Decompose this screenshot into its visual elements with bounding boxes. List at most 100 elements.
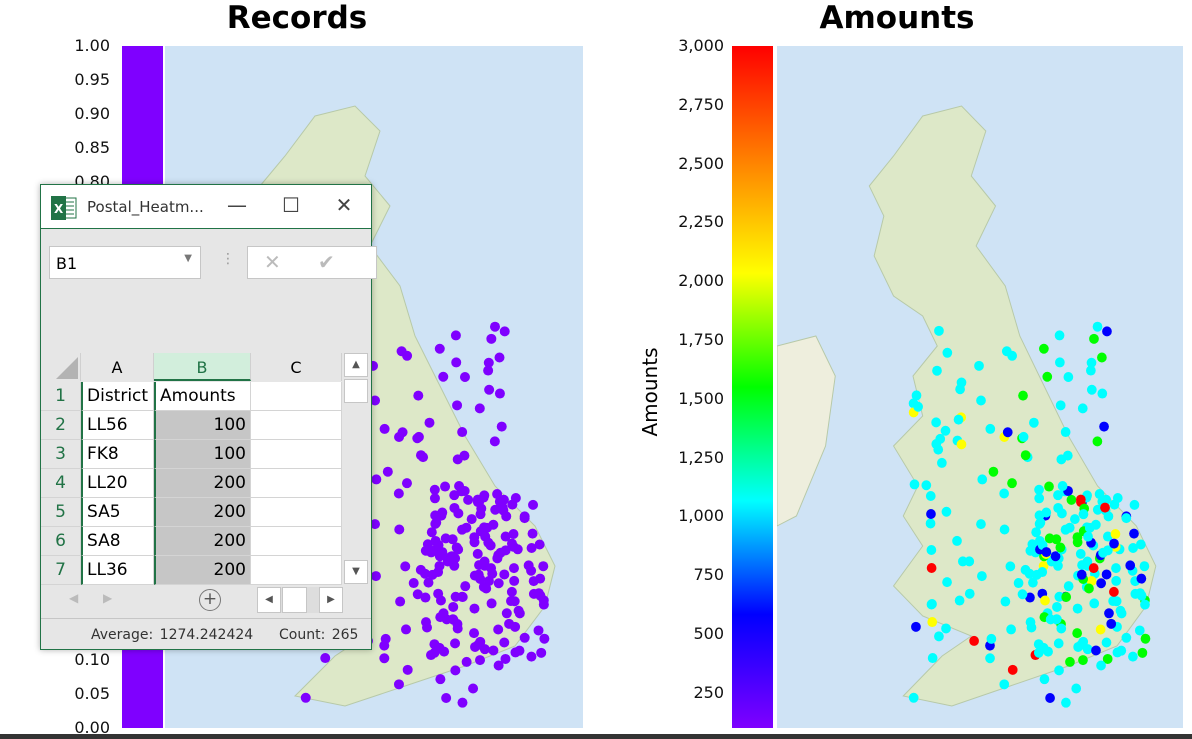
- close-button[interactable]: ✕: [326, 193, 362, 221]
- postal-district-marker: [1109, 586, 1119, 597]
- cell-b[interactable]: 100: [154, 440, 251, 469]
- row-header[interactable]: 2: [41, 411, 81, 440]
- amounts-axis-label: Amounts: [638, 347, 662, 437]
- cancel-icon[interactable]: ✕: [264, 250, 281, 274]
- cell-a[interactable]: LL36: [81, 556, 154, 585]
- colorbar-tick-label: 2,750: [678, 94, 724, 114]
- vertical-scrollbar[interactable]: ▲ ▼: [342, 353, 371, 585]
- chevron-down-icon[interactable]: ▼: [184, 253, 192, 264]
- postal-district-marker: [1089, 333, 1099, 344]
- row-header[interactable]: 5: [41, 498, 81, 527]
- colorbar-tick-label: 0.95: [74, 70, 110, 90]
- postal-district-marker: [412, 589, 423, 600]
- scroll-up-button[interactable]: ▲: [344, 353, 368, 377]
- cell-a[interactable]: District: [81, 382, 154, 411]
- row-header[interactable]: 7: [41, 556, 81, 585]
- postal-district-marker: [519, 632, 530, 643]
- postal-district-marker: [1091, 645, 1101, 656]
- row-header[interactable]: 6: [41, 527, 81, 556]
- minimize-button[interactable]: —: [219, 193, 255, 221]
- excel-window[interactable]: X Postal_Heatm... — ☐ ✕ B1 ▼ ⋮ ✕ ✔ A B C 1…: [40, 184, 377, 650]
- postal-district-marker: [1139, 561, 1150, 572]
- postal-district-marker: [426, 527, 437, 538]
- cell-b[interactable]: 200: [154, 498, 251, 527]
- title-bar[interactable]: X Postal_Heatm... — ☐ ✕: [41, 185, 371, 229]
- cell-c[interactable]: [251, 440, 342, 469]
- hscroll-thumb[interactable]: [282, 587, 307, 613]
- postal-district-marker: [484, 384, 495, 395]
- postal-district-marker: [1034, 484, 1044, 495]
- postal-district-marker: [1089, 598, 1100, 609]
- name-box[interactable]: B1 ▼: [49, 246, 201, 279]
- postal-district-marker: [1002, 427, 1013, 438]
- sheet-nav-prev[interactable]: ◀: [69, 591, 78, 605]
- postal-district-marker: [1056, 623, 1067, 634]
- postal-district-marker: [977, 571, 987, 582]
- amounts-colorbar: [732, 46, 773, 728]
- cell-b[interactable]: 200: [154, 527, 251, 556]
- cell-b[interactable]: 200: [154, 556, 251, 585]
- colorbar-tick-label: 500: [693, 623, 724, 643]
- postal-district-marker: [1112, 647, 1123, 658]
- cell-a[interactable]: LL56: [81, 411, 154, 440]
- postal-district-marker: [1097, 352, 1107, 363]
- row-header[interactable]: 3: [41, 440, 81, 469]
- cell-a[interactable]: FK8: [81, 440, 154, 469]
- postal-district-marker: [415, 450, 426, 461]
- add-sheet-button[interactable]: +: [199, 589, 221, 611]
- postal-district-marker: [300, 692, 311, 703]
- cell-c[interactable]: [251, 382, 342, 411]
- cell-b[interactable]: 200: [154, 469, 251, 498]
- scroll-thumb[interactable]: [344, 379, 368, 403]
- postal-district-marker: [493, 624, 504, 635]
- excel-icon: X: [51, 196, 77, 220]
- select-all-corner[interactable]: [41, 353, 81, 381]
- postal-district-marker: [953, 414, 964, 425]
- maximize-button[interactable]: ☐: [273, 193, 309, 221]
- postal-district-marker: [475, 509, 486, 520]
- cell-c[interactable]: [251, 556, 342, 585]
- scroll-left-button[interactable]: ◀: [257, 587, 281, 613]
- postal-district-marker: [927, 653, 938, 664]
- horizontal-scrollbar[interactable]: ◀ ▶: [257, 587, 343, 613]
- postal-district-marker: [1128, 651, 1138, 662]
- cell-b[interactable]: Amounts: [154, 382, 251, 411]
- cell-c[interactable]: [251, 411, 342, 440]
- postal-district-marker: [1063, 371, 1074, 382]
- cell-a[interactable]: SA5: [81, 498, 154, 527]
- postal-district-marker: [424, 417, 435, 428]
- postal-district-marker: [1007, 478, 1017, 489]
- postal-district-marker: [475, 655, 486, 666]
- cell-c[interactable]: [251, 498, 342, 527]
- cell-c[interactable]: [251, 527, 342, 556]
- row-header[interactable]: 4: [41, 469, 81, 498]
- postal-district-marker: [1065, 656, 1075, 667]
- enter-icon[interactable]: ✔: [318, 250, 335, 274]
- cell-a[interactable]: SA8: [81, 527, 154, 556]
- postal-district-marker: [379, 653, 390, 664]
- postal-district-marker: [533, 625, 544, 636]
- postal-district-marker: [1070, 514, 1080, 525]
- postal-district-marker: [1054, 665, 1064, 676]
- row-header[interactable]: 1: [41, 382, 81, 411]
- postal-district-marker: [1077, 403, 1088, 414]
- postal-district-marker: [437, 507, 448, 518]
- postal-district-marker: [1041, 507, 1052, 518]
- postal-district-marker: [1078, 655, 1088, 666]
- cell-c[interactable]: [251, 469, 342, 498]
- column-header-c[interactable]: C: [251, 353, 342, 381]
- postal-district-marker: [451, 357, 462, 368]
- more-icon: ⋮: [221, 251, 235, 267]
- cell-b[interactable]: 100: [154, 411, 251, 440]
- postal-district-marker: [1129, 528, 1139, 539]
- postal-district-marker: [535, 573, 546, 584]
- scroll-right-button[interactable]: ▶: [319, 587, 343, 613]
- postal-district-marker: [1040, 595, 1050, 606]
- column-header-a[interactable]: A: [81, 353, 154, 381]
- sheet-nav-next[interactable]: ▶: [103, 591, 112, 605]
- postal-district-marker: [927, 617, 938, 628]
- postal-district-marker: [1103, 511, 1114, 522]
- cell-a[interactable]: LL20: [81, 469, 154, 498]
- column-header-b[interactable]: B: [154, 353, 251, 381]
- scroll-down-button[interactable]: ▼: [344, 560, 368, 584]
